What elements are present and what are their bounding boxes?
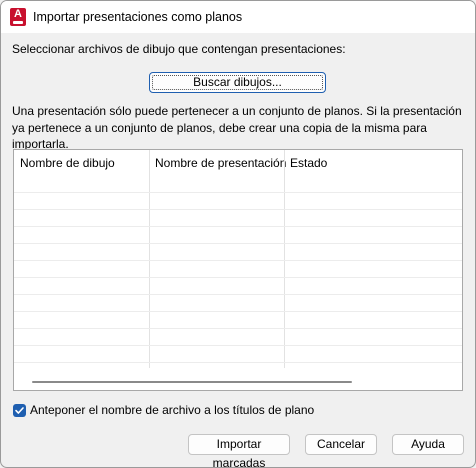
row-separator bbox=[14, 311, 462, 312]
column-header-layout-name[interactable]: Nombre de presentación bbox=[155, 156, 286, 170]
instruction-label: Seleccionar archivos de dibujo que conte… bbox=[12, 42, 346, 56]
window-title: Importar presentaciones como planos bbox=[33, 10, 243, 24]
row-separator bbox=[14, 362, 462, 363]
horizontal-scrollbar[interactable] bbox=[14, 374, 462, 390]
row-separator bbox=[14, 294, 462, 295]
column-header-status[interactable]: Estado bbox=[290, 156, 327, 170]
column-divider[interactable] bbox=[149, 150, 150, 368]
row-separator bbox=[14, 226, 462, 227]
title-bar: A Importar presentaciones como planos bbox=[1, 1, 475, 33]
row-separator bbox=[14, 345, 462, 346]
import-layouts-dialog: A Importar presentaciones como planos Se… bbox=[0, 0, 476, 468]
description-text: Una presentación sólo puede pertenecer a… bbox=[12, 104, 462, 151]
row-separator bbox=[14, 192, 462, 193]
column-header-drawing-name[interactable]: Nombre de dibujo bbox=[20, 156, 115, 170]
layouts-table[interactable]: Nombre de dibujo Nombre de presentación … bbox=[13, 149, 463, 391]
column-divider[interactable] bbox=[284, 150, 285, 368]
row-separator bbox=[14, 209, 462, 210]
row-separator bbox=[14, 243, 462, 244]
import-checked-button[interactable]: Importar marcadas bbox=[188, 434, 290, 467]
autocad-app-icon: A bbox=[10, 8, 26, 26]
help-button[interactable]: Ayuda bbox=[392, 434, 464, 455]
prefix-filename-checkbox[interactable] bbox=[13, 404, 26, 417]
checkmark-icon bbox=[15, 407, 24, 414]
browse-drawings-button[interactable]: Buscar dibujos... bbox=[149, 72, 326, 93]
prefix-filename-label[interactable]: Anteponer el nombre de archivo a los tít… bbox=[30, 403, 314, 418]
row-separator bbox=[14, 260, 462, 261]
row-separator bbox=[14, 277, 462, 278]
row-separator bbox=[14, 328, 462, 329]
cancel-button[interactable]: Cancelar bbox=[305, 434, 377, 455]
table-header: Nombre de dibujo Nombre de presentación … bbox=[14, 150, 462, 176]
scrollbar-thumb[interactable] bbox=[32, 381, 352, 383]
